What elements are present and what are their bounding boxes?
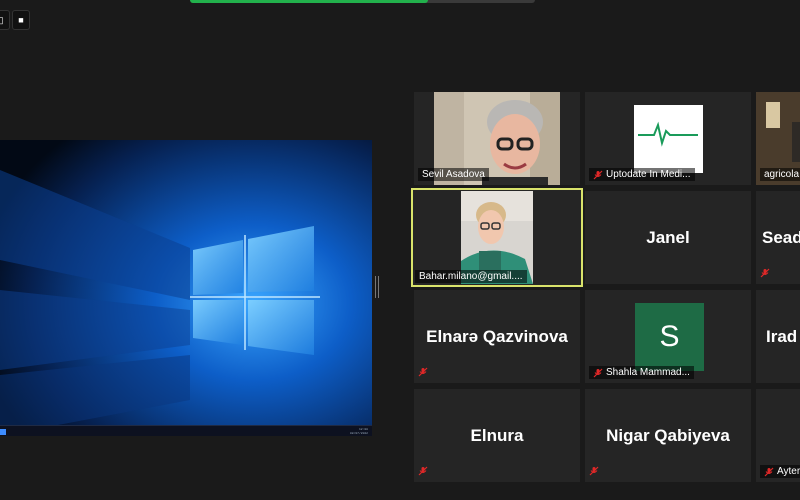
- muted-mic-icon: [589, 466, 599, 476]
- participant-name: Uptodate In Medi...: [589, 168, 695, 181]
- logo-graphic: [638, 121, 698, 147]
- participant-name: agricola: [760, 168, 800, 181]
- windows-wallpaper: [0, 140, 372, 436]
- start-button[interactable]: [0, 429, 6, 435]
- avatar: S: [635, 303, 704, 371]
- participant-tile[interactable]: Nigar Qabiyeva: [585, 389, 751, 482]
- shared-screen: 12:08 08/07/2022: [0, 140, 372, 436]
- participant-display-name: Irad: [766, 326, 798, 346]
- taskbar: 12:08 08/07/2022: [0, 425, 372, 436]
- window-icon[interactable]: ▯: [0, 10, 10, 30]
- participant-display-name: Nigar Qabiyeva: [606, 425, 730, 445]
- participant-name-text: Ayter: [777, 466, 800, 477]
- system-tray: 12:08 08/07/2022: [350, 428, 368, 436]
- tray-date: 08/07/2022: [349, 432, 368, 435]
- muted-mic-icon: [418, 367, 428, 377]
- uptodate-logo: [634, 105, 703, 173]
- muted-mic-icon: [593, 368, 603, 378]
- participant-display-name: Janel: [646, 227, 690, 247]
- participant-tile[interactable]: Sevil Asadova: [414, 92, 580, 185]
- participant-display-name: Sead: [762, 227, 800, 247]
- muted-mic-icon: [593, 170, 603, 180]
- stop-icon[interactable]: ■: [12, 10, 30, 30]
- muted-mic-icon: [418, 466, 428, 476]
- muted-mic-icon: [764, 467, 774, 477]
- muted-mic-icon: [760, 268, 770, 278]
- top-bar: ▯ ■: [0, 0, 800, 30]
- participant-tile[interactable]: Irad: [756, 290, 800, 383]
- participant-tile[interactable]: agricola: [756, 92, 800, 185]
- participant-tile[interactable]: Elnura: [414, 389, 580, 482]
- avatar-letter: S: [659, 320, 680, 353]
- participant-name: Ayter: [760, 465, 800, 478]
- meeting-progress-bar: [190, 0, 535, 3]
- participant-name: Shahla Mammad...: [589, 366, 694, 379]
- participant-name-text: agricola: [764, 169, 800, 180]
- participant-name-text: Sevil Asadova: [422, 169, 485, 180]
- progress-fill: [190, 0, 429, 3]
- participant-tile[interactable]: Janel: [585, 191, 751, 284]
- participant-tile[interactable]: Ayter: [756, 389, 800, 482]
- participant-tile-active-speaker[interactable]: Bahar.milano@gmail....: [411, 188, 583, 287]
- splitter-handle[interactable]: [375, 276, 379, 298]
- participant-tile[interactable]: S Shahla Mammad...: [585, 290, 751, 383]
- participant-name: Bahar.milano@gmail....: [415, 270, 527, 283]
- participant-name: Sevil Asadova: [418, 168, 489, 181]
- participant-tile[interactable]: Elnarə Qazvinova: [414, 290, 580, 383]
- participant-name-text: Bahar.milano@gmail....: [419, 271, 523, 282]
- participant-display-name: Elnarə Qazvinova: [426, 326, 568, 346]
- participant-name-text: Uptodate In Medi...: [606, 169, 691, 180]
- participant-tile[interactable]: Uptodate In Medi...: [585, 92, 751, 185]
- participant-display-name: Elnura: [470, 425, 524, 445]
- participant-name-text: Shahla Mammad...: [606, 367, 690, 378]
- participant-tile[interactable]: Sead: [756, 191, 800, 284]
